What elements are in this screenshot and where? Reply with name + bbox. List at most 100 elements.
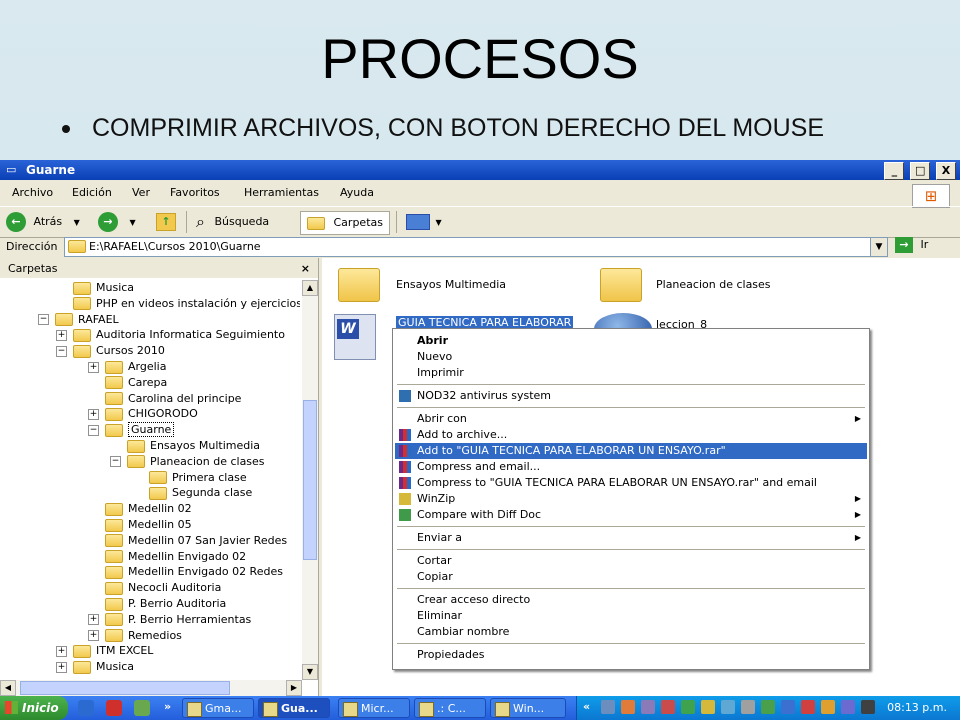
tree-vertical-scrollbar[interactable]: ▲ ▼: [302, 280, 318, 680]
minimize-button[interactable]: _: [884, 162, 905, 180]
go-button[interactable]: → Ir: [895, 237, 928, 253]
context-menu-item[interactable]: Compare with Diff Doc ▶: [395, 507, 867, 523]
task-microsoft[interactable]: Micr...: [338, 698, 410, 718]
tree-item[interactable]: + Argelia: [88, 359, 166, 375]
collapse-icon[interactable]: −: [56, 345, 67, 357]
tree-item[interactable]: + Auditoria Informatica Seguimiento: [56, 327, 285, 343]
tree-item[interactable]: P. Berrio Auditoria: [88, 596, 226, 612]
address-input[interactable]: E:\RAFAEL\Cursos 2010\Guarne ▼: [64, 237, 888, 257]
tree-item[interactable]: Medellin Envigado 02 Redes: [88, 564, 283, 580]
tree-item[interactable]: + CHIGORODO: [88, 406, 198, 422]
tray-icon[interactable]: [741, 700, 755, 714]
tray-icon[interactable]: [801, 700, 815, 714]
tray-icon[interactable]: [761, 700, 775, 714]
tray-icon[interactable]: [641, 700, 655, 714]
maximize-button[interactable]: □: [910, 162, 931, 180]
forward-button[interactable]: → ▼: [98, 211, 136, 233]
task-gmail[interactable]: Gma...: [182, 698, 254, 718]
tree-item[interactable]: − Planeacion de clases: [110, 454, 265, 470]
context-menu-item[interactable]: Abrir con ▶: [395, 411, 867, 427]
expand-icon[interactable]: +: [56, 661, 67, 673]
task-win[interactable]: Win...: [490, 698, 566, 718]
ie-icon[interactable]: [78, 700, 94, 716]
tray-icon[interactable]: [661, 700, 675, 714]
menu-edicion[interactable]: Edición: [72, 186, 112, 199]
expand-icon[interactable]: +: [88, 630, 99, 642]
tray-icon[interactable]: [781, 700, 795, 714]
quicklaunch-more-icon[interactable]: »: [164, 700, 171, 713]
context-menu-item[interactable]: Compress and email...: [395, 459, 867, 475]
address-dropdown-icon[interactable]: ▼: [870, 238, 887, 256]
tree-item[interactable]: − Guarne: [88, 422, 175, 438]
collapse-icon[interactable]: −: [110, 456, 121, 468]
tray-icon[interactable]: [621, 700, 635, 714]
context-menu-item[interactable]: NOD32 antivirus system: [395, 388, 867, 404]
close-button[interactable]: X: [936, 162, 956, 180]
context-menu-item[interactable]: Enviar a ▶: [395, 530, 867, 546]
context-menu-item[interactable]: WinZip ▶: [395, 491, 867, 507]
tree-item[interactable]: Carepa: [88, 375, 167, 391]
hscroll-thumb[interactable]: [20, 681, 230, 695]
context-menu-item[interactable]: Propiedades: [395, 647, 867, 663]
task-guarne[interactable]: Gua...: [258, 698, 330, 718]
scroll-thumb[interactable]: [303, 400, 317, 560]
folder-icon[interactable]: [338, 268, 380, 302]
expand-icon[interactable]: +: [56, 645, 67, 657]
tray-icon[interactable]: [861, 700, 875, 714]
tree-item[interactable]: Medellin 07 San Javier Redes: [88, 533, 287, 549]
quicklaunch-icon[interactable]: [134, 700, 150, 716]
up-folder-button[interactable]: ↑: [156, 211, 176, 233]
tree-item[interactable]: + Musica: [56, 659, 134, 675]
tree-item[interactable]: Medellin 05: [88, 517, 192, 533]
tree-item[interactable]: Carolina del principe: [88, 391, 241, 407]
opera-icon[interactable]: [106, 700, 122, 716]
menu-ver[interactable]: Ver: [132, 186, 150, 199]
expand-icon[interactable]: +: [88, 408, 99, 420]
tray-icon[interactable]: [601, 700, 615, 714]
tree-item[interactable]: − Cursos 2010: [56, 343, 165, 359]
tray-icon[interactable]: [841, 700, 855, 714]
file-ensayos-multimedia[interactable]: Ensayos Multimedia: [396, 278, 506, 291]
tree-item[interactable]: + ITM EXCEL: [56, 643, 153, 659]
context-menu-item[interactable]: Cortar: [395, 553, 867, 569]
context-menu-item[interactable]: Compress to "GUIA TECNICA PARA ELABORAR …: [395, 475, 867, 491]
tree-item[interactable]: + P. Berrio Herramientas: [88, 612, 251, 628]
tree-item[interactable]: + Remedios: [88, 628, 182, 644]
collapse-icon[interactable]: −: [88, 424, 99, 436]
tree-item[interactable]: Ensayos Multimedia: [110, 438, 260, 454]
expand-icon[interactable]: +: [56, 329, 67, 341]
expand-icon[interactable]: +: [88, 361, 99, 373]
word-document-icon[interactable]: W: [334, 314, 376, 360]
context-menu-item[interactable]: Cambiar nombre: [395, 624, 867, 640]
tree-item[interactable]: − RAFAEL: [38, 312, 119, 328]
file-planeacion-de-clases[interactable]: Planeacion de clases: [656, 278, 771, 291]
collapse-icon[interactable]: −: [38, 314, 49, 326]
tray-icon[interactable]: [701, 700, 715, 714]
context-menu-item[interactable]: Add to archive...: [395, 427, 867, 443]
context-menu-item[interactable]: Copiar: [395, 569, 867, 585]
context-menu-item[interactable]: Crear acceso directo: [395, 592, 867, 608]
folder-icon[interactable]: [600, 268, 642, 302]
folders-button[interactable]: Carpetas: [300, 211, 390, 235]
tree-item[interactable]: Segunda clase: [132, 485, 252, 501]
context-menu-item[interactable]: Nuevo: [395, 349, 867, 365]
views-button[interactable]: ▼: [406, 211, 442, 233]
start-button[interactable]: Inicio: [0, 696, 68, 720]
tree-horizontal-scrollbar[interactable]: ◀ ▶: [0, 680, 302, 696]
menu-archivo[interactable]: Archivo: [12, 186, 53, 199]
tree-item[interactable]: Necocli Auditoria: [88, 580, 221, 596]
context-menu-item[interactable]: Abrir: [395, 333, 867, 349]
tree-item[interactable]: Medellin Envigado 02: [88, 549, 246, 565]
tree-item[interactable]: PHP en videos instalación y ejercicios: [56, 296, 300, 312]
menu-favoritos[interactable]: Favoritos: [170, 186, 220, 199]
tree-item[interactable]: Primera clase: [132, 470, 247, 486]
context-menu-item[interactable]: Add to "GUIA TECNICA PARA ELABORAR UN EN…: [395, 443, 867, 459]
window-titlebar[interactable]: ▭ Guarne _ □ X: [0, 160, 960, 180]
menu-herramientas[interactable]: Herramientas: [244, 186, 319, 199]
tree-item[interactable]: Medellin 02: [88, 501, 192, 517]
scroll-right-icon[interactable]: ▶: [286, 680, 302, 696]
tray-collapse-icon[interactable]: «: [583, 700, 590, 713]
close-pane-icon[interactable]: ×: [301, 262, 310, 275]
back-button[interactable]: ← Atrás ▼: [6, 211, 80, 233]
search-button[interactable]: ⌕ Búsqueda: [196, 211, 269, 233]
